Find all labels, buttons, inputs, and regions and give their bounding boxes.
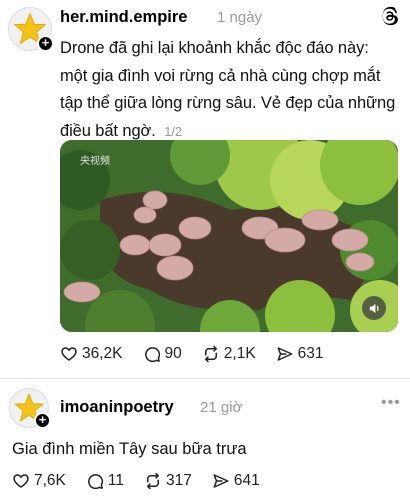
post-divider [0,378,410,379]
post-media-video[interactable]: 央视频 [60,140,398,332]
post-actions: 36,2K 90 2,1K 631 [60,345,344,363]
send-icon [277,347,293,361]
comment-button[interactable]: 11 [86,472,124,490]
reply-timestamp: 21 giờ [200,399,243,416]
post-username[interactable]: her.mind.empire [60,8,187,27]
repost-icon [204,345,217,363]
like-button[interactable]: 7,6K [12,472,66,490]
repost-icon [146,472,159,490]
media-watermark: 央视频 [80,156,110,167]
share-button[interactable]: 631 [276,345,324,363]
post-timestamp: 1 ngày [217,9,263,26]
follow-plus-button[interactable]: + [34,412,51,429]
follow-plus-button[interactable]: + [37,35,54,52]
comment-count: 11 [107,472,124,489]
comment-bubble-icon [144,347,160,363]
repost-button[interactable]: 317 [144,472,192,490]
heart-icon [61,347,77,361]
post-text: Drone đã ghi lại khoảnh khắc độc đáo này… [60,39,396,140]
repost-count: 2,1K [223,345,256,362]
elephants-forest-image [60,140,398,332]
share-count: 631 [297,345,324,362]
reply-actions: 7,6K 11 317 641 [12,472,280,490]
heart-icon [13,474,29,488]
share-button[interactable]: 641 [212,472,260,490]
share-count: 641 [233,472,260,489]
reply-text: Gia đình miền Tây sau bữa trưa [12,440,247,458]
comment-bubble-icon [88,474,103,490]
mute-toggle-button[interactable] [362,296,386,320]
like-button[interactable]: 36,2K [60,345,123,363]
post-body: Drone đã ghi lại khoảnh khắc độc đáo này… [60,35,400,145]
comment-button[interactable]: 90 [143,345,182,363]
speaker-icon [369,303,379,313]
threads-logo-icon[interactable] [380,6,400,26]
send-icon [213,474,229,488]
more-dots-icon[interactable]: ••• [381,394,401,412]
like-count: 36,2K [82,345,123,362]
repost-count: 317 [165,472,192,489]
media-page-count: 1/2 [164,123,183,139]
repost-button[interactable]: 2,1K [202,345,256,363]
like-count: 7,6K [34,472,66,489]
reply-username[interactable]: imoaninpoetry [60,398,174,417]
comment-count: 90 [164,345,182,362]
